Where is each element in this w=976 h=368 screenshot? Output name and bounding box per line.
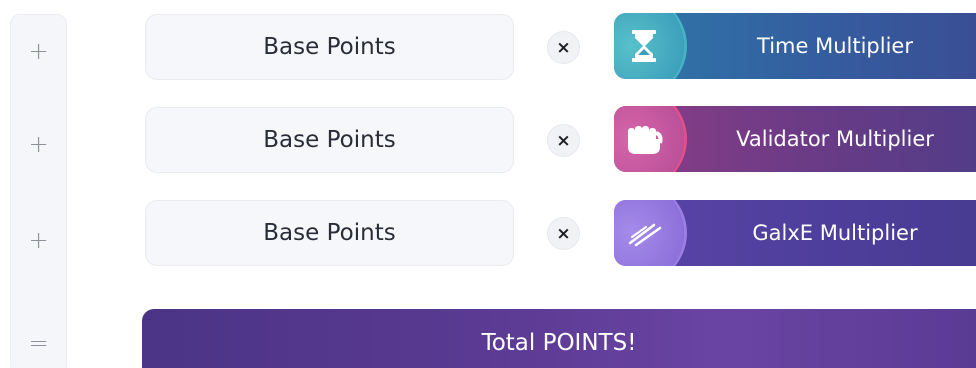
time-multiplier-card: Time Multiplier [614,13,976,79]
times-symbol: × [556,37,571,58]
plus-operator: + [28,37,49,65]
total-points-label: Total POINTS! [481,330,637,356]
equals-operator: = [28,329,49,357]
base-points-label: Base Points [263,127,396,153]
points-formula: + + + = Base Points × Time Multiplier Ba… [0,0,976,368]
plus-operator: + [28,130,49,158]
validator-multiplier-card: Validator Multiplier [614,106,976,172]
base-points-box: Base Points [145,200,514,266]
speed-lines-icon [628,223,662,247]
base-points-box: Base Points [145,107,514,173]
times-sign: × [547,124,580,157]
total-points-bar: Total POINTS! [142,309,976,368]
galxe-multiplier-label: GalxE Multiplier [752,221,918,245]
base-points-label: Base Points [263,34,396,60]
base-points-box: Base Points [145,14,514,80]
operator-column: + + + = [10,14,67,368]
times-sign: × [547,31,580,64]
times-symbol: × [556,130,571,151]
time-multiplier-label: Time Multiplier [757,34,913,58]
times-sign: × [547,217,580,250]
galxe-multiplier-card: GalxE Multiplier [614,200,976,266]
plus-operator: + [28,226,49,254]
fist-icon [628,126,663,154]
validator-multiplier-label: Validator Multiplier [736,127,934,151]
base-points-label: Base Points [263,220,396,246]
hourglass-icon [632,30,656,62]
times-symbol: × [556,223,571,244]
